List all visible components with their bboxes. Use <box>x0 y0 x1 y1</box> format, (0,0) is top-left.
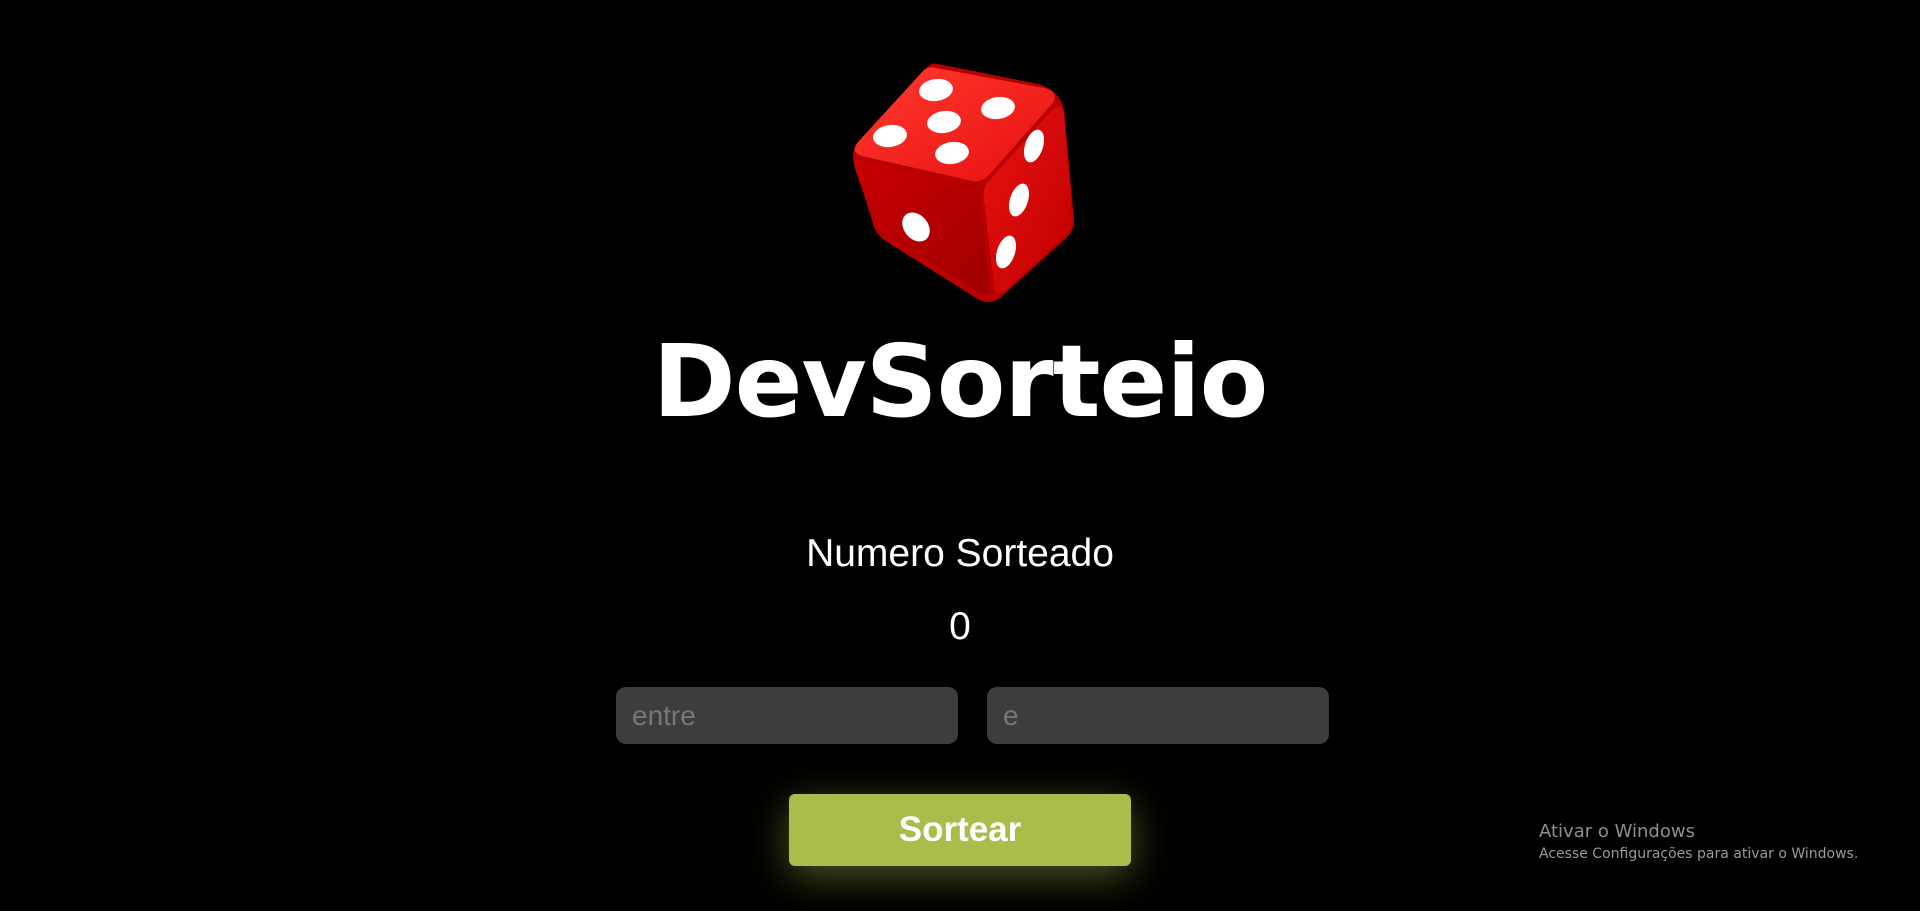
result-label: Numero Sorteado <box>806 532 1114 575</box>
watermark-title: Ativar o Windows <box>1539 821 1695 842</box>
result-value: 0 <box>949 605 971 648</box>
min-number-input[interactable] <box>616 687 958 744</box>
app-title: DevSorteio <box>652 323 1269 440</box>
dice-icon <box>852 63 1074 302</box>
page: DevSorteio Numero Sorteado 0 Sortear Ati… <box>0 0 1920 911</box>
watermark-subtitle: Acesse Configurações para ativar o Windo… <box>1539 846 1859 862</box>
windows-activation-watermark: Ativar o Windows Acesse Configurações pa… <box>1539 820 1858 864</box>
max-number-input[interactable] <box>987 687 1329 744</box>
draw-button[interactable]: Sortear <box>789 794 1131 866</box>
